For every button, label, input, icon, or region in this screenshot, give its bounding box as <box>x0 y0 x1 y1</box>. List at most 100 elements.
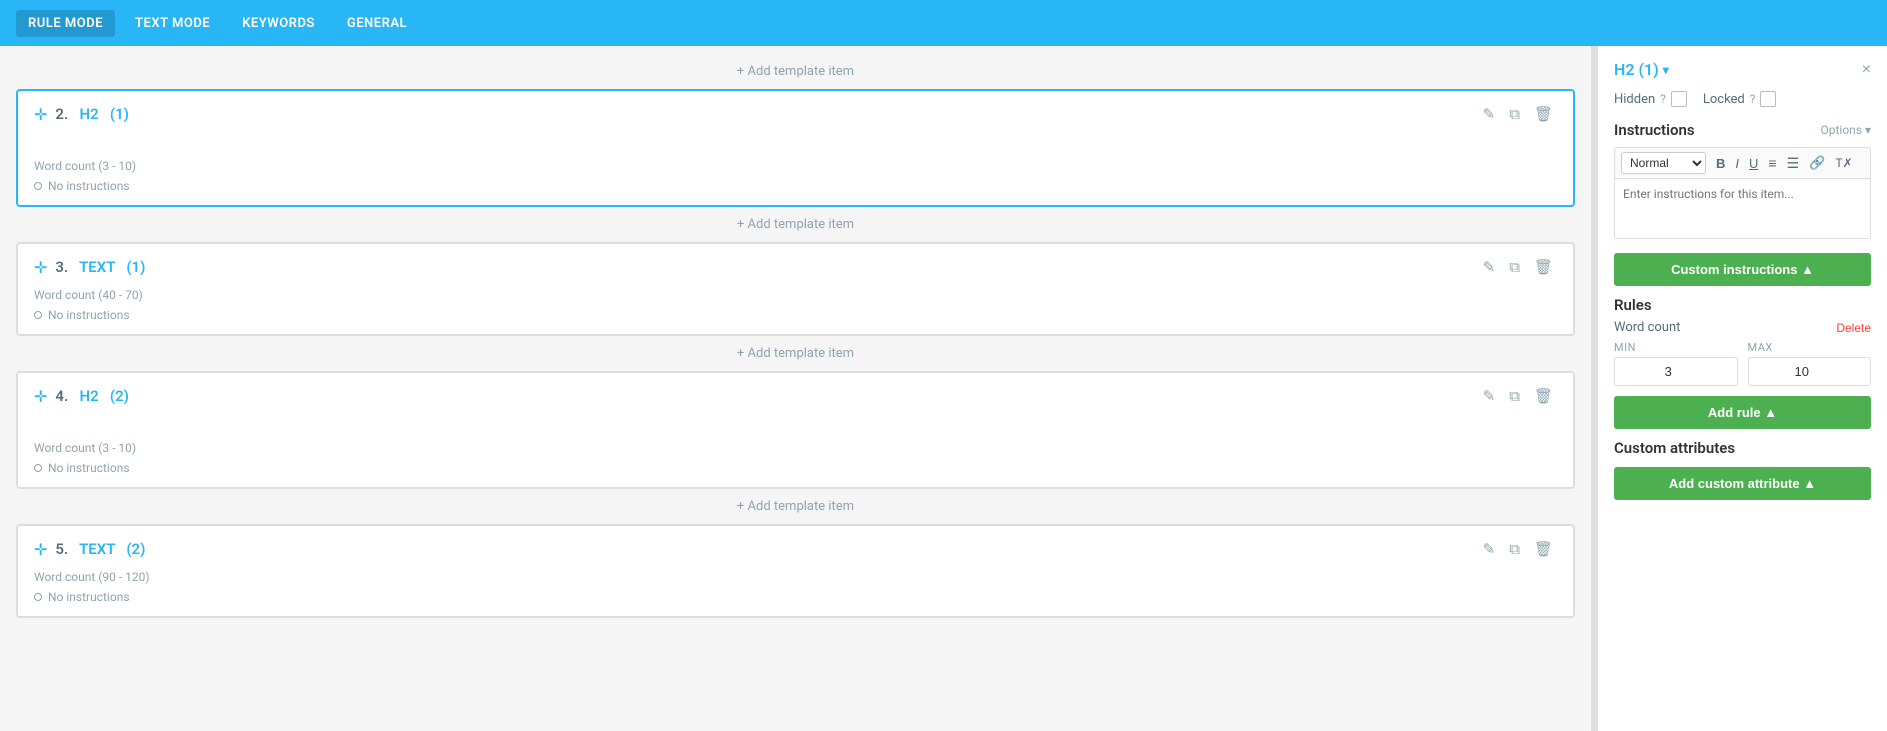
instructions-text-text-2: No instructions <box>48 590 130 604</box>
locked-label: Locked <box>1703 92 1745 107</box>
add-custom-attribute-button[interactable]: Add custom attribute ▲ <box>1614 467 1871 500</box>
rules-section: Rules Word count Delete MIN MAX Add rule… <box>1614 296 1871 429</box>
word-count-header: Rules <box>1614 296 1871 314</box>
hidden-locked-row: Hidden ? Locked ? <box>1614 91 1871 107</box>
card-header-text-1: ✛ 3. TEXT (1) ✎ ⧉ 🗑 <box>34 256 1557 278</box>
card-title-row-h2-2: ✛ 4. H2 (2) <box>34 387 129 406</box>
underline-btn[interactable]: U <box>1745 154 1762 173</box>
instructions-section-title: Instructions <box>1614 121 1695 139</box>
instructions-dot-h2-2 <box>34 464 42 472</box>
delete-rule-button[interactable]: Delete <box>1836 321 1871 335</box>
drag-handle-text-2[interactable]: ✛ <box>34 540 47 559</box>
drag-handle-h2-1[interactable]: ✛ <box>34 105 47 124</box>
card-instructions-text-1: No instructions <box>34 308 1557 322</box>
right-panel: H2 (1) ▾ × Hidden ? Locked ? Instruction… <box>1597 46 1887 731</box>
max-label: MAX <box>1748 341 1872 354</box>
template-card-text-2: ✛ 5. TEXT (2) ✎ ⧉ 🗑 Word count (90 - 120… <box>16 524 1575 618</box>
clear-format-btn[interactable]: T✗ <box>1831 154 1856 172</box>
card-instructions-h2-1: No instructions <box>34 179 1557 193</box>
italic-btn[interactable]: I <box>1731 154 1743 173</box>
bold-btn[interactable]: B <box>1712 154 1729 173</box>
add-template-row-top[interactable]: + Add template item <box>0 54 1591 89</box>
options-link[interactable]: Options ▾ <box>1820 123 1871 137</box>
delete-btn-h2-1[interactable]: 🗑 <box>1530 103 1557 125</box>
locked-info-icon: ? <box>1750 92 1756 106</box>
card-title-row-text-1: ✛ 3. TEXT (1) <box>34 258 145 277</box>
template-card-h2-2: ✛ 4. H2 (2) ✎ ⧉ 🗑 Word count (3 - 10 <box>16 371 1575 489</box>
item-count-h2-1: (1) <box>110 105 129 123</box>
delete-btn-h2-2[interactable]: 🗑 <box>1530 385 1557 407</box>
card-meta-h2-1: Word count (3 - 10) <box>34 159 1557 173</box>
item-type-h2-2: H2 <box>79 387 98 405</box>
instructions-text-h2-2: No instructions <box>48 461 130 475</box>
panel-title-dropdown-icon: ▾ <box>1663 63 1669 77</box>
main-layout: + Add template item ✛ 2. H2 (1) ✎ <box>0 46 1887 731</box>
card-title-row-text-2: ✛ 5. TEXT (2) <box>34 540 145 559</box>
edit-btn-h2-2[interactable]: ✎ <box>1479 385 1500 407</box>
card-meta-h2-2: Word count (3 - 10) <box>34 441 1557 455</box>
min-input[interactable] <box>1614 357 1738 386</box>
drag-handle-text-1[interactable]: ✛ <box>34 258 47 277</box>
copy-btn-text-2[interactable]: ⧉ <box>1505 539 1524 560</box>
item-count-text-2: (2) <box>126 540 145 558</box>
add-template-row-3[interactable]: + Add template item <box>0 489 1591 524</box>
delete-btn-text-1[interactable]: 🗑 <box>1530 256 1557 278</box>
min-group: MIN <box>1614 341 1738 386</box>
copy-btn-h2-1[interactable]: ⧉ <box>1505 104 1524 125</box>
link-btn[interactable]: 🔗 <box>1805 153 1829 173</box>
template-card-h2-1: ✛ 2. H2 (1) ✎ ⧉ 🗑 Word count (3 - 10 <box>16 89 1575 207</box>
add-template-row-2[interactable]: + Add template item <box>0 336 1591 371</box>
item-type-h2-1: H2 <box>79 105 98 123</box>
add-template-label-2: + Add template item <box>737 346 854 361</box>
nav-rule-mode[interactable]: RULE MODE <box>16 10 115 37</box>
panel-title-text: H2 (1) <box>1614 60 1659 79</box>
custom-instructions-button[interactable]: Custom instructions ▲ <box>1614 253 1871 286</box>
max-input[interactable] <box>1748 357 1872 386</box>
item-number-text-2: 5. <box>55 540 68 558</box>
card-meta-text-2: Word count (90 - 120) <box>34 570 1557 584</box>
format-select[interactable]: Normal Heading 1 Heading 2 Heading 3 <box>1621 152 1706 174</box>
right-panel-title[interactable]: H2 (1) ▾ <box>1614 60 1669 79</box>
add-template-label-1: + Add template item <box>737 217 854 232</box>
ordered-list-btn[interactable]: ≡ <box>1764 153 1780 173</box>
nav-text-mode[interactable]: TEXT MODE <box>123 10 222 37</box>
card-spacer-h2-1 <box>34 125 1557 149</box>
item-type-text-2: TEXT <box>79 540 115 558</box>
hidden-toggle-group: Hidden ? <box>1614 91 1687 107</box>
item-count-text-1: (1) <box>126 258 145 276</box>
custom-attrs-section: Custom attributes Add custom attribute ▲ <box>1614 439 1871 500</box>
unordered-list-btn[interactable]: ☰ <box>1783 153 1804 174</box>
card-instructions-h2-2: No instructions <box>34 461 1557 475</box>
copy-btn-h2-2[interactable]: ⧉ <box>1505 386 1524 407</box>
copy-btn-text-1[interactable]: ⧉ <box>1505 257 1524 278</box>
max-group: MAX <box>1748 341 1872 386</box>
add-rule-button[interactable]: Add rule ▲ <box>1614 396 1871 429</box>
edit-btn-text-1[interactable]: ✎ <box>1479 256 1500 278</box>
min-label: MIN <box>1614 341 1738 354</box>
instructions-dot-text-1 <box>34 311 42 319</box>
card-instructions-text-2: No instructions <box>34 590 1557 604</box>
hidden-checkbox[interactable] <box>1671 91 1687 107</box>
edit-btn-h2-1[interactable]: ✎ <box>1479 103 1500 125</box>
item-number-h2-1: 2. <box>55 105 68 123</box>
close-panel-button[interactable]: × <box>1862 61 1871 79</box>
card-actions-text-2: ✎ ⧉ 🗑 <box>1479 538 1557 560</box>
hidden-label: Hidden <box>1614 92 1655 107</box>
rules-section-title: Rules <box>1614 296 1652 314</box>
nav-general[interactable]: GENERAL <box>335 10 419 37</box>
card-actions-h2-2: ✎ ⧉ 🗑 <box>1479 385 1557 407</box>
locked-checkbox[interactable] <box>1760 91 1776 107</box>
card-actions-h2-1: ✎ ⧉ 🗑 <box>1479 103 1557 125</box>
right-panel-header: H2 (1) ▾ × <box>1614 60 1871 79</box>
nav-keywords[interactable]: KEYWORDS <box>230 10 327 37</box>
add-template-row-1[interactable]: + Add template item <box>0 207 1591 242</box>
edit-btn-text-2[interactable]: ✎ <box>1479 538 1500 560</box>
top-nav: RULE MODE TEXT MODE KEYWORDS GENERAL <box>0 0 1887 46</box>
item-number-h2-2: 4. <box>55 387 68 405</box>
drag-handle-h2-2[interactable]: ✛ <box>34 387 47 406</box>
delete-btn-text-2[interactable]: 🗑 <box>1530 538 1557 560</box>
word-count-label-row: Word count Delete <box>1614 320 1871 335</box>
card-header-h2-2: ✛ 4. H2 (2) ✎ ⧉ 🗑 <box>34 385 1557 407</box>
add-template-label-top: + Add template item <box>737 64 854 79</box>
instructions-textarea[interactable] <box>1614 179 1871 239</box>
